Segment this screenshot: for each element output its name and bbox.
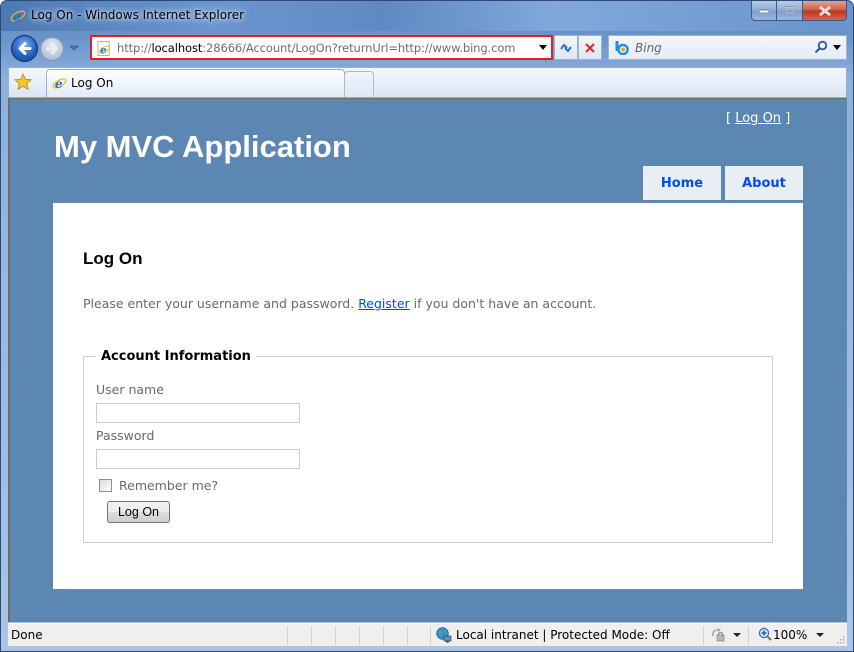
menu-item-home[interactable]: Home <box>643 166 721 200</box>
header-log-on-link[interactable]: Log On <box>735 111 781 126</box>
status-divider <box>383 626 384 645</box>
remember-me-label[interactable]: Remember me? <box>119 478 218 493</box>
menu-item-about[interactable]: About <box>725 166 803 200</box>
status-divider <box>407 626 408 645</box>
refresh-icon <box>560 42 572 53</box>
search-icon[interactable] <box>814 40 828 54</box>
local-intranet-globe-icon[interactable] <box>436 627 452 643</box>
close-button[interactable] <box>803 1 847 21</box>
svg-text:e: e <box>13 10 21 24</box>
account-information-fieldset: Account Information User name Password R… <box>83 349 773 543</box>
register-link[interactable]: Register <box>358 296 409 311</box>
window-controls <box>751 1 847 21</box>
protected-mode-lock-icon[interactable] <box>710 627 726 643</box>
search-placeholder: Bing <box>635 41 662 55</box>
bing-logo-icon <box>615 41 629 55</box>
resize-grip-icon[interactable] <box>835 634 845 644</box>
maximize-button[interactable] <box>777 1 803 21</box>
window-title: Log On - Windows Internet Explorer <box>31 8 245 22</box>
url-host: localhost <box>151 41 203 55</box>
page-heading: Log On <box>83 249 143 268</box>
status-divider <box>430 626 431 645</box>
intro-after: if you don't have an account. <box>409 296 597 311</box>
status-bar: Done Local intranet | Protected Mode: Of… <box>8 623 847 646</box>
close-icon <box>818 5 831 16</box>
search-providers-dropdown-icon[interactable] <box>833 45 841 50</box>
fieldset-legend: Account Information <box>101 349 251 364</box>
username-input[interactable] <box>96 403 300 423</box>
back-button[interactable] <box>11 35 38 62</box>
security-dropdown-icon[interactable] <box>733 633 741 637</box>
intro-before: Please enter your username and password. <box>83 296 359 311</box>
back-arrow-icon <box>18 42 32 55</box>
refresh-button[interactable] <box>554 35 578 60</box>
zoom-magnifier-icon[interactable] <box>758 627 772 641</box>
status-divider <box>748 626 749 645</box>
tab-log-on[interactable]: e Log On <box>46 69 345 97</box>
browser-window: e Log On - Windows Internet Explorer e h… <box>0 0 854 652</box>
status-text: Done <box>11 628 43 642</box>
tab-label: Log On <box>71 76 114 90</box>
status-divider <box>287 626 288 645</box>
password-label: Password <box>96 428 155 443</box>
ie-logo-icon: e <box>10 10 26 24</box>
forward-button[interactable] <box>40 37 64 61</box>
address-dropdown-icon[interactable] <box>539 45 547 50</box>
search-box[interactable]: Bing <box>608 35 847 60</box>
recent-pages-dropdown-icon[interactable] <box>69 44 79 52</box>
minimize-icon <box>759 9 769 13</box>
status-divider <box>311 626 312 645</box>
url-path: :28666/Account/LogOn?returnUrl=http://ww… <box>202 41 516 55</box>
bracket-open: [ <box>726 111 732 126</box>
zoom-dropdown-icon[interactable] <box>816 633 824 637</box>
maximize-icon <box>784 6 795 15</box>
security-zone-text[interactable]: Local intranet | Protected Mode: Off <box>456 628 670 642</box>
new-tab-button[interactable] <box>344 71 374 97</box>
forward-arrow-icon <box>45 43 58 55</box>
log-on-submit-button[interactable]: Log On <box>107 501 170 523</box>
remember-me-checkbox[interactable] <box>99 479 112 492</box>
address-bar[interactable]: e http://localhost:28666/Account/LogOn?r… <box>90 35 553 60</box>
status-divider <box>335 626 336 645</box>
status-divider <box>359 626 360 645</box>
minimize-button[interactable] <box>751 1 777 21</box>
bracket-close: ] <box>785 111 791 126</box>
ie-page-icon: e <box>52 77 67 91</box>
favorites-star-icon[interactable] <box>14 73 32 91</box>
username-label: User name <box>96 382 164 397</box>
zoom-level[interactable]: 100% <box>773 628 807 642</box>
address-url[interactable]: http://localhost:28666/Account/LogOn?ret… <box>117 41 515 55</box>
site-title: My MVC Application <box>54 129 351 164</box>
svg-text:e: e <box>100 45 107 56</box>
url-scheme: http:// <box>117 41 152 55</box>
status-divider <box>703 626 704 645</box>
stop-button[interactable] <box>578 35 602 60</box>
main-content: Log On Please enter your username and pa… <box>53 203 803 589</box>
page-viewport: My MVC Application [ Log On ] Home About… <box>8 98 847 622</box>
title-bar: e Log On - Windows Internet Explorer <box>1 1 853 31</box>
navigation-bar: e http://localhost:28666/Account/LogOn?r… <box>1 31 853 67</box>
password-input[interactable] <box>96 449 300 469</box>
login-display: [ Log On ] <box>726 111 790 126</box>
intro-text: Please enter your username and password.… <box>83 296 596 311</box>
stop-icon <box>585 42 595 53</box>
svg-text:e: e <box>55 77 63 91</box>
page-icon: e <box>97 41 110 56</box>
main-menu: Home About <box>643 166 803 200</box>
tab-bar: e Log On <box>8 67 847 98</box>
